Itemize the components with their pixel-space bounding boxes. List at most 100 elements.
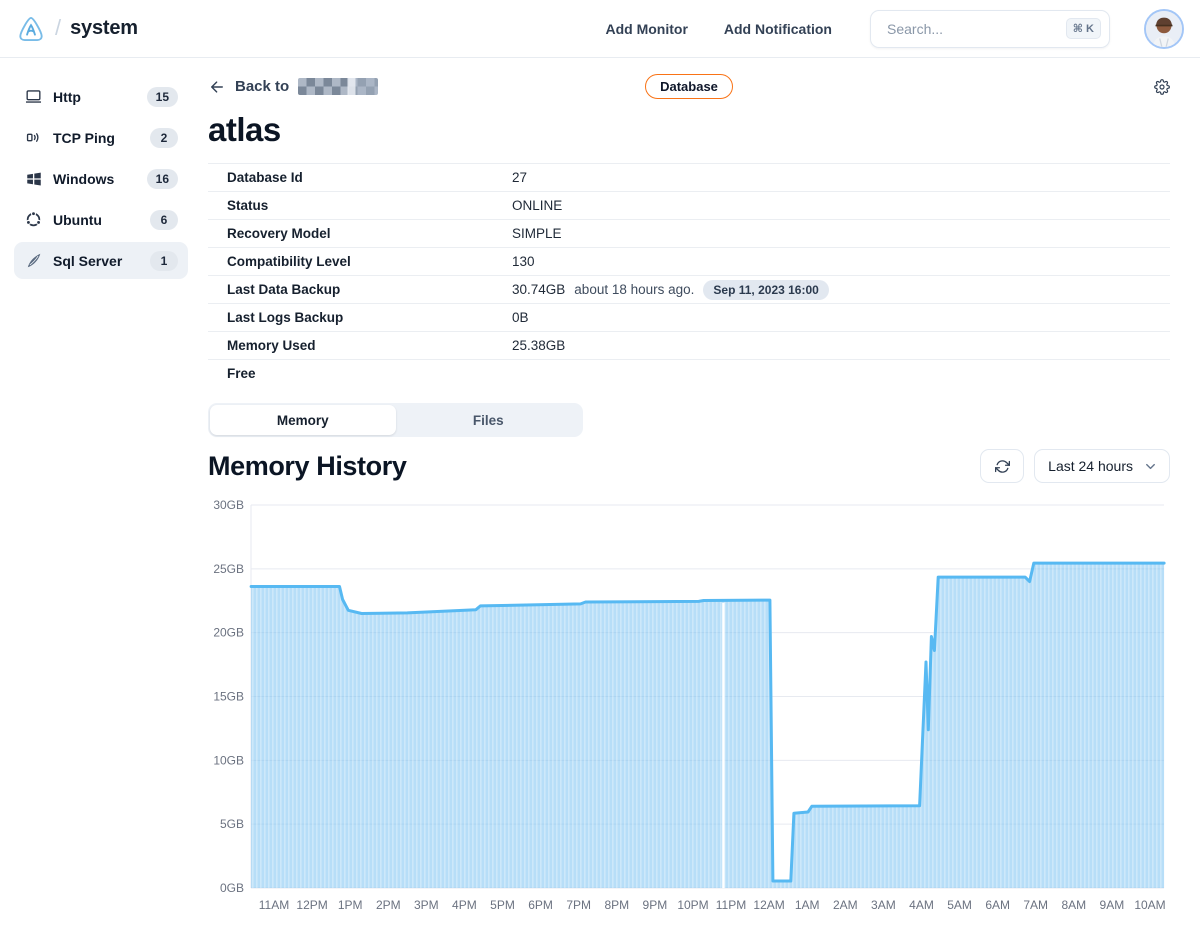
- detail-row: StatusONLINE: [208, 191, 1170, 219]
- x-axis-tick-label: 3PM: [414, 898, 439, 912]
- x-axis-tick-label: 1PM: [338, 898, 363, 912]
- details-table: Database Id27StatusONLINERecovery ModelS…: [208, 163, 1170, 387]
- add-notification-link[interactable]: Add Notification: [724, 21, 832, 37]
- detail-value-text: 130: [512, 254, 535, 269]
- redacted-monitor-name: [298, 78, 378, 95]
- time-range-select[interactable]: Last 24 hours: [1034, 449, 1170, 483]
- detail-value: 30.74GBabout 18 hours ago.Sep 11, 2023 1…: [512, 280, 829, 300]
- windows-icon: [24, 169, 43, 188]
- app-logo-icon[interactable]: [16, 14, 46, 44]
- sidebar-item-http[interactable]: Http 15: [14, 78, 188, 115]
- detail-value: 25.38GB: [512, 338, 565, 353]
- search-shortcut-badge: ⌘ K: [1066, 18, 1101, 39]
- sidebar: Http 15 TCP Ping2 Windows 16 Ubuntu6 Sql Serve…: [0, 58, 200, 925]
- workspace-title: system: [70, 17, 138, 40]
- section-title: Memory History: [208, 451, 970, 482]
- sidebar-item-windows[interactable]: Windows 16: [14, 160, 188, 197]
- detail-label: Recovery Model: [208, 226, 512, 241]
- tab-memory[interactable]: Memory: [210, 405, 396, 435]
- laptop-icon: [24, 87, 43, 106]
- detail-row: Recovery ModelSIMPLE: [208, 219, 1170, 247]
- back-label: Back to: [235, 78, 289, 95]
- detail-label: Compatibility Level: [208, 254, 512, 269]
- category-badge: Database: [645, 74, 733, 99]
- detail-row: Database Id27: [208, 163, 1170, 191]
- user-avatar[interactable]: [1144, 9, 1184, 49]
- search-box[interactable]: ⌘ K: [870, 10, 1110, 48]
- settings-gear-icon[interactable]: [733, 79, 1170, 95]
- x-axis-tick-label: 4AM: [909, 898, 934, 912]
- refresh-icon: [995, 459, 1010, 474]
- main-content: Back to Database atlas Database Id27Stat…: [200, 58, 1200, 925]
- detail-value-text: 27: [512, 170, 527, 185]
- x-axis-tick-label: 5AM: [947, 898, 972, 912]
- add-monitor-link[interactable]: Add Monitor: [605, 21, 687, 37]
- x-axis-tick-label: 11PM: [716, 898, 746, 912]
- search-input[interactable]: [885, 20, 1066, 38]
- sql-server-icon: [24, 251, 43, 270]
- sidebar-item-sql-server[interactable]: Sql Server 1: [14, 242, 188, 279]
- x-axis-tick-label: 6AM: [985, 898, 1010, 912]
- back-link[interactable]: Back to: [208, 78, 645, 96]
- monitor-count-badge: 1: [150, 251, 178, 271]
- detail-value-text: ONLINE: [512, 198, 562, 213]
- x-axis-tick-label: 2AM: [833, 898, 858, 912]
- y-axis-tick-label: 10GB: [213, 753, 244, 767]
- detail-value-text: 0B: [512, 310, 529, 325]
- top-nav: Add Monitor Add Notification: [605, 21, 832, 37]
- breadcrumb-separator: /: [55, 15, 61, 41]
- monitor-count-badge: 2: [150, 128, 178, 148]
- x-axis-tick-label: 8AM: [1061, 898, 1086, 912]
- timestamp-badge: Sep 11, 2023 16:00: [703, 280, 828, 300]
- x-axis-tick-label: 10AM: [1134, 898, 1165, 912]
- chevron-down-icon: [1143, 459, 1158, 474]
- y-axis-tick-label: 5GB: [220, 817, 244, 831]
- page-title: atlas: [208, 111, 1170, 149]
- x-axis-tick-label: 12AM: [753, 898, 784, 912]
- detail-value: ONLINE: [512, 198, 562, 213]
- x-axis-tick-label: 10PM: [677, 898, 708, 912]
- detail-value: 0B: [512, 310, 529, 325]
- tab-files[interactable]: Files: [396, 405, 582, 435]
- detail-row: Last Data Backup30.74GBabout 18 hours ag…: [208, 275, 1170, 303]
- broadcast-icon: [24, 128, 43, 147]
- x-axis-tick-label: 9AM: [1100, 898, 1125, 912]
- time-range-value: Last 24 hours: [1048, 458, 1133, 474]
- sidebar-item-label: Ubuntu: [53, 212, 102, 228]
- detail-label: Free: [208, 366, 512, 381]
- detail-label: Last Logs Backup: [208, 310, 512, 325]
- sidebar-item-ubuntu[interactable]: Ubuntu6: [14, 201, 188, 238]
- detail-value: 27: [512, 170, 527, 185]
- x-axis-tick-label: 3AM: [871, 898, 896, 912]
- detail-value-text: 30.74GB: [512, 282, 565, 297]
- x-axis-tick-label: 11AM: [259, 898, 289, 912]
- vertical-gridline: [722, 603, 724, 888]
- x-axis-tick-label: 4PM: [452, 898, 477, 912]
- top-navigation-bar: / system Add Monitor Add Notification ⌘ …: [0, 0, 1200, 58]
- detail-row: Compatibility Level130: [208, 247, 1170, 275]
- x-axis-tick-label: 6PM: [528, 898, 553, 912]
- sidebar-item-label: Windows: [53, 171, 114, 187]
- monitor-count-badge: 16: [147, 169, 178, 189]
- detail-label: Database Id: [208, 170, 512, 185]
- x-axis-tick-label: 7AM: [1023, 898, 1048, 912]
- detail-row: Last Logs Backup0B: [208, 303, 1170, 331]
- sidebar-item-tcp-ping[interactable]: TCP Ping2: [14, 119, 188, 156]
- detail-row: Free: [208, 359, 1170, 387]
- tabs: MemoryFiles: [208, 403, 583, 437]
- refresh-button[interactable]: [980, 449, 1024, 483]
- x-axis-tick-label: 9PM: [643, 898, 668, 912]
- sidebar-item-label: Http: [53, 89, 81, 105]
- detail-row: Memory Used25.38GB: [208, 331, 1170, 359]
- section-header-row: Memory History Last 24 hours: [208, 449, 1170, 483]
- ubuntu-icon: [24, 210, 43, 229]
- sidebar-item-label: Sql Server: [53, 253, 122, 269]
- x-axis-tick-label: 5PM: [490, 898, 515, 912]
- y-axis-tick-label: 0GB: [220, 881, 244, 895]
- y-axis-tick-label: 15GB: [213, 690, 244, 704]
- brand: / system: [16, 14, 138, 44]
- back-arrow-icon: [208, 78, 226, 96]
- detail-value-text: SIMPLE: [512, 226, 562, 241]
- detail-value-text: 25.38GB: [512, 338, 565, 353]
- monitor-count-badge: 15: [147, 87, 178, 107]
